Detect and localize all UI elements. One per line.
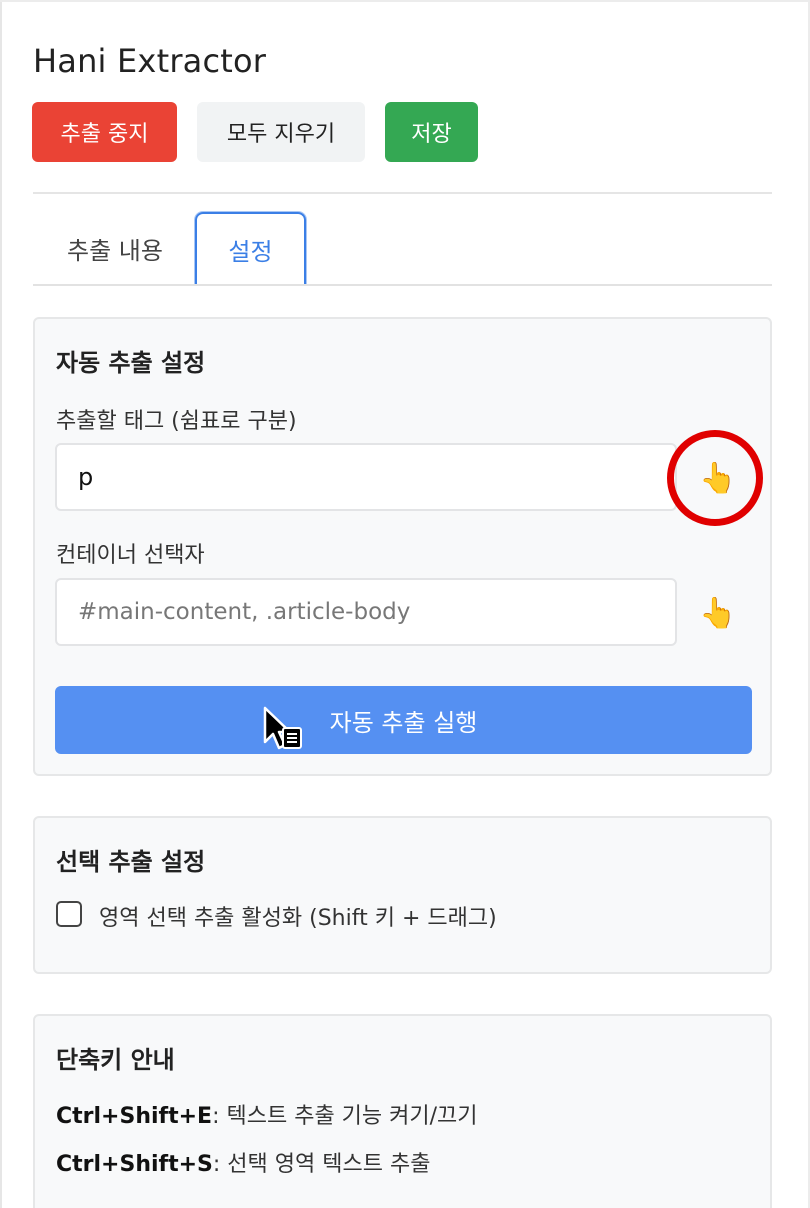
window-edge-left <box>0 0 2 1208</box>
mouse-cursor-icon <box>263 706 302 750</box>
shortcut-key: Ctrl+Shift+E <box>56 1104 213 1129</box>
shortcuts-card: 단축키 안내 Ctrl+Shift+E: 텍스트 추출 기능 켜기/끄기 Ctr… <box>33 1014 772 1208</box>
extension-popup: Hani Extractor 추출 중지 모두 지우기 저장 추출 내용 설정 … <box>0 0 810 1208</box>
stop-extraction-button[interactable]: 추출 중지 <box>32 102 177 162</box>
auto-extract-title: 자동 추출 설정 <box>56 349 206 377</box>
tab-bar-divider <box>33 284 772 286</box>
tags-label: 추출할 태그 (쉼표로 구분) <box>56 409 297 434</box>
run-auto-extract-button[interactable]: 자동 추출 실행 <box>55 686 752 754</box>
shortcut-description: : 텍스트 추출 기능 켜기/끄기 <box>212 1104 478 1129</box>
shortcut-key: Ctrl+Shift+S <box>56 1152 213 1177</box>
save-button[interactable]: 저장 <box>385 102 478 162</box>
area-selection-checkbox[interactable] <box>56 901 82 927</box>
selection-extract-card: 선택 추출 설정 영역 선택 추출 활성화 (Shift 키 + 드래그) <box>33 816 772 974</box>
container-picker-pointing-hand-icon[interactable]: 👆 <box>693 588 743 638</box>
clear-all-button[interactable]: 모두 지우기 <box>197 102 365 162</box>
window-edge-top <box>0 0 810 2</box>
shortcut-item: Ctrl+Shift+E: 텍스트 추출 기능 켜기/끄기 <box>56 1098 478 1130</box>
highlight-circle <box>667 430 763 526</box>
shortcut-description: : 선택 영역 텍스트 추출 <box>212 1152 431 1177</box>
area-selection-label[interactable]: 영역 선택 추출 활성화 (Shift 키 + 드래그) <box>99 900 497 932</box>
tags-input[interactable]: p <box>55 443 677 511</box>
auto-extract-card: 자동 추출 설정 추출할 태그 (쉼표로 구분) p 👆 컨테이너 선택자 #m… <box>33 317 772 776</box>
selection-extract-title: 선택 추출 설정 <box>56 848 206 876</box>
container-selector-input[interactable]: #main-content, .article-body <box>55 578 677 646</box>
divider <box>33 192 772 194</box>
container-selector-label: 컨테이너 선택자 <box>56 543 205 568</box>
tab-settings[interactable]: 설정 <box>195 212 306 284</box>
shortcuts-title: 단축키 안내 <box>56 1046 175 1074</box>
app-title: Hani Extractor <box>33 42 267 80</box>
shortcut-item: Ctrl+Shift+S: 선택 영역 텍스트 추출 <box>56 1146 430 1178</box>
tab-extracted-content[interactable]: 추출 내용 <box>40 212 190 284</box>
